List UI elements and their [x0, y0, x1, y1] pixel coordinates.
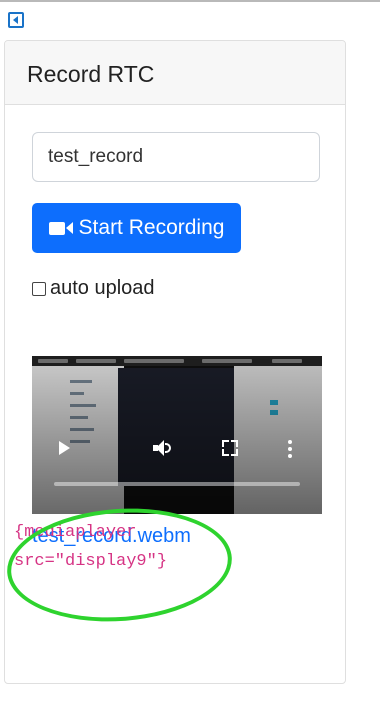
play-icon[interactable]: [59, 441, 70, 455]
collapse-sidebar-button[interactable]: [8, 12, 24, 28]
card-title: Record RTC: [5, 41, 345, 105]
video-progress-bar[interactable]: [54, 482, 300, 486]
video-player[interactable]: [32, 356, 322, 514]
fullscreen-icon[interactable]: [222, 440, 238, 456]
auto-upload-checkbox[interactable]: [32, 281, 46, 296]
top-divider: [0, 0, 380, 2]
auto-upload-option: auto upload: [32, 277, 155, 300]
auto-upload-label[interactable]: auto upload: [50, 277, 155, 300]
more-options-icon[interactable]: [288, 440, 292, 458]
video-thumbnail-browser-bar: [32, 356, 322, 366]
record-name-input[interactable]: [32, 132, 320, 182]
start-recording-label: Start Recording: [78, 216, 225, 239]
collapse-arrow-icon: [13, 16, 18, 24]
start-recording-button[interactable]: Start Recording: [32, 203, 241, 253]
video-camera-icon: [48, 221, 73, 235]
